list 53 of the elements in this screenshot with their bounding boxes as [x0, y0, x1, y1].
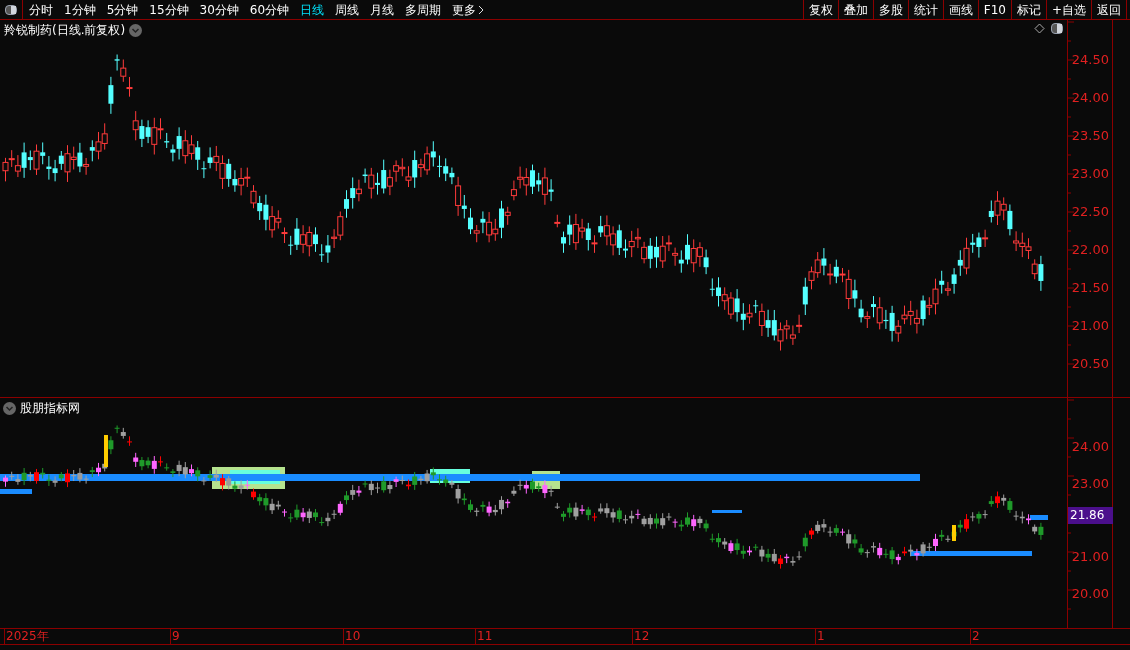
price-tick-label: 22.00: [1071, 242, 1109, 257]
date-tick-label: 2025年: [4, 629, 49, 644]
period-tab[interactable]: 15分钟: [149, 0, 189, 19]
chevron-down-icon[interactable]: [129, 23, 143, 37]
toolbar-button[interactable]: 画线: [942, 0, 978, 19]
toolbar-button[interactable]: F10: [977, 0, 1011, 19]
date-tick-label: 12: [632, 629, 650, 644]
date-tick-label: 1: [815, 629, 825, 644]
price-tick-label: 23.50: [1071, 128, 1109, 143]
date-tick-label: 10: [343, 629, 361, 644]
price-tick-label: 21.00: [1071, 549, 1109, 565]
toolbar-button[interactable]: 标记: [1010, 0, 1046, 19]
chevron-down-icon[interactable]: [3, 401, 16, 415]
toolbar-button[interactable]: 返回: [1091, 0, 1126, 19]
period-tab[interactable]: 周线: [335, 0, 360, 19]
period-tab[interactable]: 5分钟: [106, 0, 139, 19]
diamond-icon[interactable]: [1034, 23, 1045, 34]
last-price-label: 21.86: [1068, 507, 1113, 524]
chevron-right-icon: [478, 4, 485, 15]
indicator-band: [0, 489, 32, 494]
price-tick-label: 20.50: [1071, 356, 1109, 371]
panel-toggle-icon[interactable]: [1051, 23, 1063, 34]
toolbar-button[interactable]: +自选: [1045, 0, 1091, 19]
signal-bar: [104, 435, 108, 467]
price-tick-label: 20.00: [1071, 586, 1109, 601]
toolbar-button[interactable]: 复权: [802, 0, 838, 19]
price-tick-label: 23.00: [1071, 475, 1109, 491]
period-tab[interactable]: 1分钟: [64, 0, 96, 19]
date-tick-label: 11: [475, 629, 493, 644]
toolbar-button[interactable]: 叠加: [837, 0, 873, 19]
period-tab[interactable]: 多周期: [405, 0, 442, 19]
chart-title: 羚锐制药(日线.前复权): [4, 22, 126, 39]
toolbar-button[interactable]: 统计: [907, 0, 943, 19]
period-tab[interactable]: 分时: [29, 0, 53, 19]
period-tab[interactable]: 30分钟: [199, 0, 239, 19]
period-tab[interactable]: 60分钟: [249, 0, 290, 19]
indicator-band: [1030, 515, 1048, 520]
signal-bar: [952, 525, 956, 541]
price-tick-label: 23.00: [1071, 166, 1109, 181]
price-tick-label: 24.50: [1071, 52, 1109, 67]
price-tick-label: 22.50: [1071, 204, 1109, 219]
price-tick-label: 24.00: [1071, 90, 1109, 105]
period-tab[interactable]: 月线: [370, 0, 395, 19]
period-tab[interactable]: 日线: [300, 0, 325, 19]
price-tick-label: 24.00: [1071, 439, 1109, 454]
indicator-title: 股朋指标网: [20, 400, 80, 417]
indicator-band: [712, 510, 742, 513]
date-tick-label: 2: [970, 629, 980, 644]
toolbar-button[interactable]: 多股: [872, 0, 908, 19]
price-tick-label: 21.50: [1071, 280, 1109, 295]
more-menu[interactable]: 更多: [452, 0, 485, 19]
date-tick-label: 9: [170, 629, 180, 644]
price-tick-label: 21.00: [1071, 318, 1109, 333]
